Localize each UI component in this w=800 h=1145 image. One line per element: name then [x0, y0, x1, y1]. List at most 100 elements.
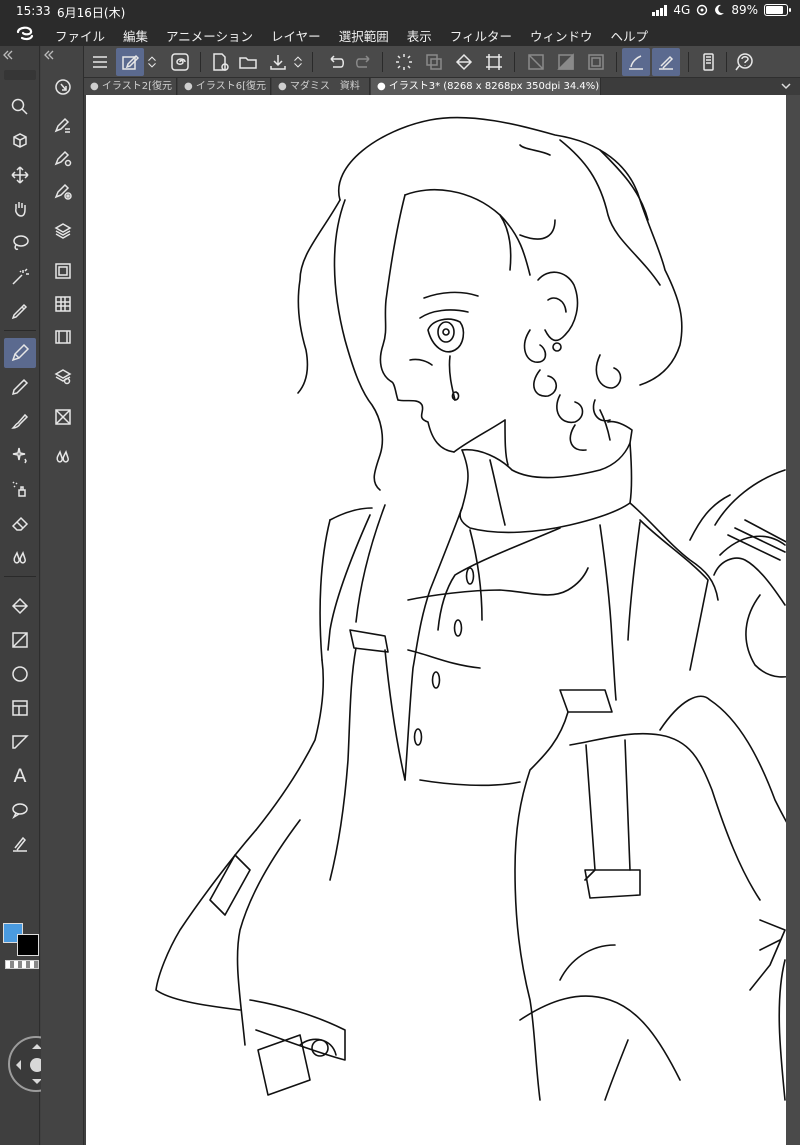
layer-property-button[interactable]	[47, 256, 79, 286]
sub-color-swatch[interactable]	[17, 934, 39, 956]
hand-tool[interactable]	[4, 194, 36, 224]
save-toggle[interactable]	[290, 48, 306, 76]
moon-icon	[715, 4, 725, 15]
sparkle-icon	[12, 447, 27, 464]
help-button[interactable]	[730, 48, 758, 76]
mode-toggle[interactable]	[144, 48, 160, 76]
ruler-tool[interactable]	[4, 727, 36, 757]
tab-illust2[interactable]: ● イラスト2[復元	[84, 78, 177, 95]
tool-property-button[interactable]	[47, 110, 79, 140]
balloon-icon	[12, 803, 28, 819]
command-divider	[616, 52, 617, 72]
eraser-tool[interactable]	[4, 508, 36, 538]
magic-wand-tool[interactable]	[4, 262, 36, 292]
save-icon	[270, 55, 286, 70]
loading-icon	[396, 54, 412, 70]
menu-icon	[93, 56, 107, 68]
clip-studio-button[interactable]	[166, 48, 194, 76]
pencil-icon	[11, 378, 29, 396]
material-icon	[55, 409, 71, 425]
edit-mode-button[interactable]	[116, 48, 144, 76]
timeline-icon	[55, 330, 71, 344]
undo-button[interactable]	[322, 48, 350, 76]
ruler-snap-button[interactable]	[652, 48, 680, 76]
collapse-left-icon[interactable]	[2, 49, 14, 61]
menu-window[interactable]: ウィンドウ	[530, 26, 593, 45]
text-tool[interactable]: A	[4, 761, 36, 791]
menu-help[interactable]: ヘルプ	[611, 26, 649, 45]
eyedropper-tool[interactable]	[4, 296, 36, 326]
move-tool[interactable]	[4, 160, 36, 190]
blend-tool[interactable]	[4, 542, 36, 572]
palette-dock	[41, 46, 84, 1145]
object-tool[interactable]	[4, 126, 36, 156]
drawing-canvas[interactable]	[86, 95, 786, 1145]
color-set-button[interactable]	[47, 289, 79, 319]
transparent-color-swatch[interactable]	[5, 960, 39, 969]
collapse-dock-icon[interactable]	[43, 49, 55, 61]
frame-icon	[12, 700, 28, 716]
pencil-tool[interactable]	[4, 372, 36, 402]
tab-illust6[interactable]: ● イラスト6[復元	[178, 78, 271, 95]
zoom-tool[interactable]	[4, 92, 36, 122]
navigator-button[interactable]	[47, 72, 79, 102]
color-indicator[interactable]	[3, 918, 39, 970]
select-all-button[interactable]	[582, 48, 610, 76]
pen-pressure-button[interactable]	[622, 48, 650, 76]
fill-tool[interactable]	[4, 591, 36, 621]
timeline-button[interactable]	[47, 322, 79, 352]
balloon-tool[interactable]	[4, 795, 36, 825]
lasso-tool[interactable]	[4, 228, 36, 258]
device-button[interactable]	[694, 48, 722, 76]
menu-layer[interactable]: レイヤー	[271, 26, 321, 45]
command-divider	[726, 52, 727, 72]
main-menu-button[interactable]	[86, 48, 114, 76]
canvas-vertical-scrollbar[interactable]	[786, 95, 800, 1145]
new-button[interactable]	[206, 48, 234, 76]
tab-illust3[interactable]: ● イラスト3* (8268 x 8268px 350dpi 34.4%)	[371, 78, 601, 95]
color-set-icon	[55, 296, 71, 312]
fill-selection-button[interactable]	[552, 48, 580, 76]
palette-grip[interactable]	[4, 70, 36, 80]
battery-icon	[764, 4, 791, 16]
menu-filter[interactable]: フィルター	[450, 26, 512, 45]
processing-indicator	[390, 48, 418, 76]
airbrush-tool[interactable]	[4, 474, 36, 504]
material-button[interactable]	[47, 402, 79, 432]
gradient-tool[interactable]	[4, 625, 36, 655]
menu-edit[interactable]: 編集	[123, 26, 148, 45]
tab-madamisu[interactable]: ● マダミス 資料	[272, 78, 370, 95]
frame-tool[interactable]	[4, 693, 36, 723]
clear-button[interactable]	[522, 48, 550, 76]
clip-studio-logo-icon[interactable]	[14, 24, 36, 44]
orientation-lock-icon	[697, 4, 708, 16]
clear-icon	[528, 54, 544, 70]
layer-button[interactable]	[47, 216, 79, 246]
transform-button[interactable]	[480, 48, 508, 76]
menu-animation[interactable]: アニメーション	[166, 26, 253, 45]
chevron-updown-icon	[148, 56, 156, 68]
dpad-left-icon[interactable]	[11, 1060, 21, 1070]
menu-selection[interactable]: 選択範囲	[339, 26, 389, 45]
brush-size-button[interactable]	[47, 143, 79, 173]
blend-icon	[13, 551, 26, 564]
object-select-icon	[13, 133, 27, 148]
decoration-tool[interactable]	[4, 440, 36, 470]
transform-icon	[486, 54, 502, 70]
fill-button[interactable]	[450, 48, 478, 76]
menu-view[interactable]: 表示	[407, 26, 432, 45]
layer-search-button[interactable]	[47, 362, 79, 392]
brush-tool[interactable]	[4, 406, 36, 436]
correct-line-tool[interactable]	[4, 829, 36, 859]
chevron-down-icon[interactable]	[780, 79, 792, 93]
pen-tool[interactable]	[4, 338, 36, 368]
open-button[interactable]	[234, 48, 262, 76]
droplet-button[interactable]	[47, 442, 79, 472]
save-button[interactable]	[264, 48, 292, 76]
copy-layer-button[interactable]	[420, 48, 448, 76]
redo-button[interactable]	[350, 48, 378, 76]
layer-property-icon	[55, 263, 71, 279]
sub-tool-detail-button[interactable]	[47, 176, 79, 206]
menu-file[interactable]: ファイル	[55, 26, 105, 45]
shape-tool[interactable]	[4, 659, 36, 689]
